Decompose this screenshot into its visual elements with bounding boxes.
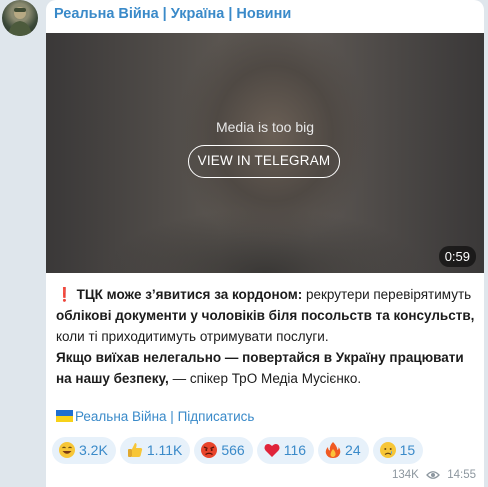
video-preview[interactable]: Media is too big VIEW IN TELEGRAM 0:59 xyxy=(46,33,484,273)
reaction-heart[interactable]: 116 xyxy=(256,437,315,464)
media-too-big-notice: Media is too big xyxy=(215,119,315,135)
message-part-3: облікові документи у чоловіків біля посо… xyxy=(56,308,475,323)
exclamation-icon: ❗ xyxy=(56,287,73,302)
subscribe-link[interactable]: Реальна Війна | Підписатись xyxy=(56,409,254,424)
eye-icon xyxy=(426,471,440,479)
reaction-count: 1.11K xyxy=(146,442,183,458)
reaction-angry[interactable]: 566 xyxy=(194,437,253,464)
view-in-telegram-button[interactable]: VIEW IN TELEGRAM xyxy=(188,145,340,178)
channel-avatar[interactable] xyxy=(2,0,38,36)
reaction-crying[interactable]: 15 xyxy=(372,437,424,464)
reaction-fire[interactable]: 24 xyxy=(318,437,369,464)
reaction-count: 566 xyxy=(221,442,245,458)
crying-emoji-icon xyxy=(379,442,396,458)
reaction-count: 116 xyxy=(283,442,307,458)
ukraine-flag-icon xyxy=(56,410,73,422)
message-part-1: ТЦК може з’явитися за кордоном: xyxy=(76,287,303,302)
reaction-count: 15 xyxy=(399,442,416,458)
message-part-2: рекрутери перевірятимуть xyxy=(302,287,472,302)
subscribe-link-text: Реальна Війна | Підписатись xyxy=(75,409,255,424)
message-meta: 134K 14:55 xyxy=(392,469,476,481)
laugh-emoji-icon xyxy=(59,442,75,458)
reaction-count: 3.2K xyxy=(79,442,108,458)
video-duration: 0:59 xyxy=(438,246,476,267)
message-text: ❗ ТЦК може з’явитися за кордоном: рекрут… xyxy=(56,284,476,389)
thumbs-up-emoji-icon xyxy=(127,443,142,457)
view-count: 134K xyxy=(391,469,419,481)
message-part-6: — спікер ТрО Медіа Мусієнко. xyxy=(168,371,362,386)
message-part-4: коли ті приходитимуть отримувати послуги… xyxy=(56,329,329,344)
reaction-laugh[interactable]: 3.2K xyxy=(52,437,116,464)
channel-name[interactable]: Реальна Війна | Україна | Новини xyxy=(54,6,291,22)
reaction-count: 24 xyxy=(345,442,361,458)
message-time: 14:55 xyxy=(447,469,476,481)
heart-emoji-icon xyxy=(264,443,280,457)
fire-emoji-icon xyxy=(325,442,341,458)
angry-emoji-icon xyxy=(201,442,218,458)
reaction-thumbs-up[interactable]: 1.11K xyxy=(119,437,191,464)
message-bubble: Реальна Війна | Україна | Новини Media i… xyxy=(46,0,484,487)
reactions-bar: 3.2K 1.11K 566 116 24 15 xyxy=(52,437,427,465)
